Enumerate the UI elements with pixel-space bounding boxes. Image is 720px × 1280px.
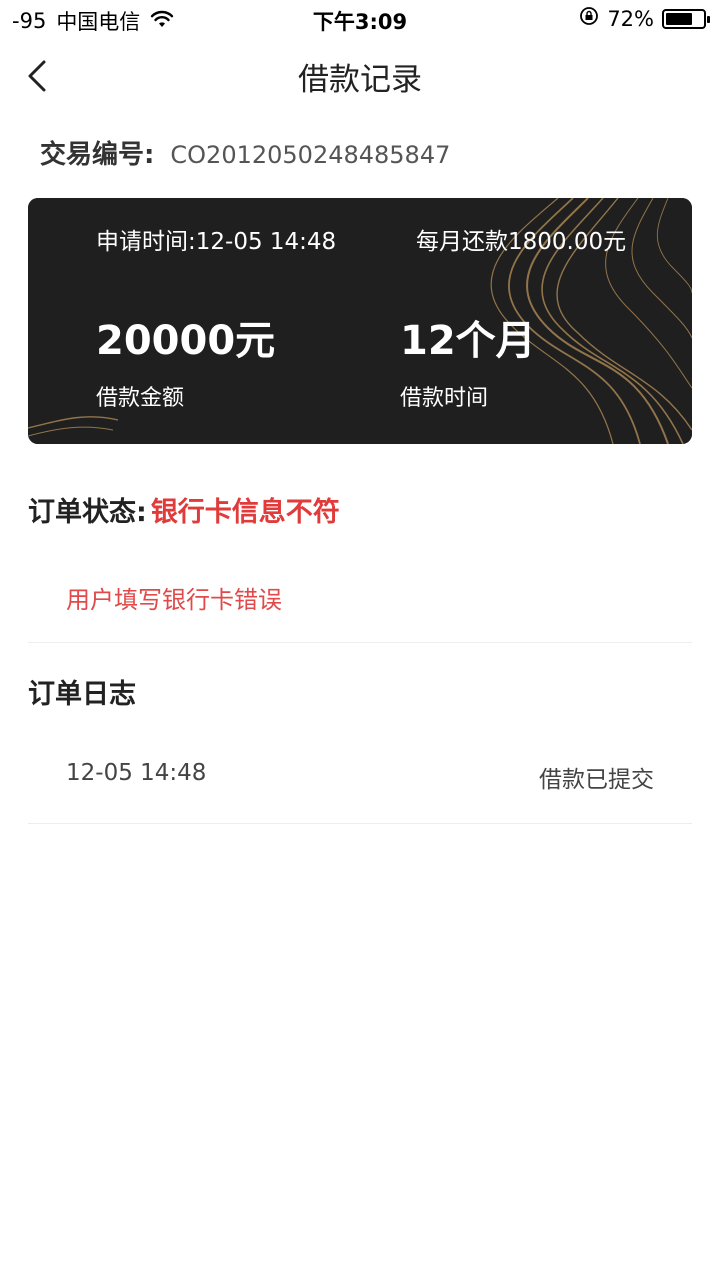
log-entry: 12-05 14:48 借款已提交 xyxy=(66,760,654,794)
order-status-value: 银行卡信息不符 xyxy=(150,497,340,528)
loan-summary-card: 申请时间:12-05 14:48 每月还款1800.00元 20000元 12个… xyxy=(28,198,692,444)
status-right: 72% xyxy=(579,6,710,31)
loan-amount: 20000元 xyxy=(96,318,276,364)
order-status-label: 订单状态: xyxy=(28,497,147,528)
apply-time: 申请时间:12-05 14:48 xyxy=(96,229,337,255)
rotation-lock-icon xyxy=(579,6,599,31)
battery-percent: 72% xyxy=(607,6,654,31)
log-entry-desc: 借款已提交 xyxy=(539,767,654,793)
nav-bar: 借款记录 xyxy=(0,40,720,110)
loan-period-label: 借款时间 xyxy=(400,386,489,411)
divider xyxy=(28,823,692,824)
status-bar: -95 中国电信 下午3:09 72% xyxy=(0,0,720,40)
loan-amount-label: 借款金额 xyxy=(96,386,185,411)
battery-level xyxy=(666,12,692,25)
divider xyxy=(28,642,692,643)
battery-icon xyxy=(662,8,710,29)
transaction-number: 交易编号: CO2012050248485847 xyxy=(40,134,450,171)
loan-period: 12个月 xyxy=(400,318,536,364)
order-log-title: 订单日志 xyxy=(28,679,136,710)
transaction-label: 交易编号: xyxy=(40,140,155,170)
transaction-value: CO2012050248485847 xyxy=(170,141,451,169)
log-entry-time: 12-05 14:48 xyxy=(66,760,207,786)
monthly-repayment: 每月还款1800.00元 xyxy=(416,229,627,255)
order-status-reason: 用户填写银行卡错误 xyxy=(66,586,282,614)
page-title: 借款记录 xyxy=(298,62,422,98)
order-status: 订单状态: 银行卡信息不符 xyxy=(28,490,340,529)
